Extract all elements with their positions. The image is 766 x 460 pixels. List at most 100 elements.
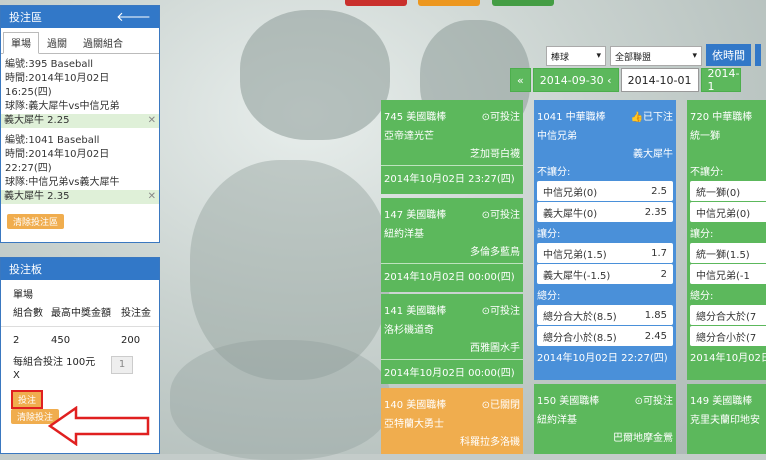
section-label: 不讓分: [690, 167, 724, 178]
bet-board-title: 投注板 [9, 263, 42, 276]
odds-label: 統一獅(1.5) [696, 249, 750, 261]
bet-board-table: 組合數 最高中獎金額 投注金 [1, 307, 159, 327]
odds-label: 中信兄弟(-1 [696, 270, 750, 282]
header-stake: 投注金 [121, 308, 151, 319]
cell-combos: 2 [13, 335, 20, 346]
top-tab-green[interactable] [492, 0, 554, 6]
match-away: 義大犀牛 [633, 149, 673, 160]
match-card[interactable]: 147 美國職棒 ⊙可投注 紐約洋基 多倫多藍鳥 2014年10月02日 00:0… [381, 198, 523, 292]
match-title: 745 美國職棒 [384, 112, 447, 123]
match-status-label: 已關閉 [490, 400, 520, 411]
per-combo-input[interactable]: 1 [111, 356, 133, 374]
match-status: ⊙可投注 [481, 306, 520, 317]
tab-single[interactable]: 單場 [3, 32, 39, 54]
odds-button[interactable]: 總分合小於(8.5) 2.45 [537, 326, 673, 346]
odds-button[interactable]: 總分合大於(7 [690, 305, 766, 325]
odds-button[interactable]: 義大犀牛(0) 2.35 [537, 202, 673, 222]
match-title: 150 美國職棒 [537, 396, 600, 407]
odds-button[interactable]: 總分合大於(8.5) 1.85 [537, 305, 673, 325]
match-title: 1041 中華職棒 [537, 112, 606, 123]
match-card[interactable]: 141 美國職棒 ⊙可投注 洛杉磯道奇 西雅圖水手 2014年10月02日 00:… [381, 294, 523, 384]
bet-item-pick-label: 義大犀牛 2.35 [4, 191, 70, 202]
cell-stake: 200 [121, 335, 141, 346]
match-home: 洛杉磯道奇 [384, 325, 434, 336]
filter-toolbar: 棒球 ▾ 全部聯盟 ▾ 依時間 [546, 44, 761, 66]
match-card-expanded[interactable]: 720 中華職棒 統一獅 不讓分: 統一獅(0) 中信兄弟(0) 讓分: 統一獅… [687, 100, 766, 380]
bet-item-id: 編號:395 Baseball [5, 59, 94, 70]
header-max-payout: 最高中獎金額 [51, 308, 111, 319]
per-combo-label: 每組合投注 100元 X [13, 357, 96, 381]
section-label: 讓分: [690, 229, 714, 240]
sport-select-value: 棒球 [551, 52, 570, 63]
odds-value: 1.85 [644, 309, 667, 321]
odds-button[interactable]: 中信兄弟(1.5) 1.7 [537, 243, 673, 263]
date-next-button[interactable]: 2014-1 [700, 68, 741, 92]
bet-item-id: 編號:1041 Baseball [5, 135, 100, 146]
bet-item-time: 時間:2014年10月02日 22:27(四) [5, 149, 110, 174]
match-time: 2014年10月02日 00:00(四) [381, 359, 523, 383]
date-prev-button[interactable]: 2014-09-30 ‹ [532, 68, 619, 92]
tab-parlay-combo[interactable]: 過關組合 [75, 32, 131, 53]
league-select[interactable]: 全部聯盟 ▾ [610, 46, 702, 66]
odds-label: 總分合大於(7 [696, 311, 757, 323]
bet-item-teams: 球隊:中信兄弟vs義大犀牛 [5, 177, 120, 188]
match-away: 芝加哥白襪 [470, 149, 520, 160]
match-card[interactable]: 149 美國職棒 克里夫蘭印地安 [687, 384, 766, 454]
bet-item-teams: 球隊:義大犀牛vs中信兄弟 [5, 101, 120, 112]
match-card[interactable]: 745 美國職棒 ⊙可投注 亞帝達光芒 芝加哥白襪 2014年10月02日 23:… [381, 100, 523, 194]
first-page-icon[interactable]: « [510, 68, 531, 92]
match-card[interactable]: 150 美國職棒 ⊙可投注 紐約洋基 巴爾地摩金鶯 [534, 384, 676, 454]
odds-button[interactable]: 義大犀牛(-1.5) 2 [537, 264, 673, 284]
match-time: 2014年10月02日 22:27(四) [537, 353, 668, 364]
match-card-expanded[interactable]: 1041 中華職棒 👍已下注 中信兄弟 義大犀牛 不讓分: 中信兄弟(0) 2.5 … [534, 100, 676, 380]
section-label: 總分: [537, 291, 561, 302]
match-card[interactable]: 140 美國職棒 ⊙已關閉 亞特蘭大勇士 科羅拉多洛磯 [381, 388, 523, 454]
remove-icon[interactable]: ✕ [148, 114, 156, 128]
match-status: ⊙可投注 [481, 112, 520, 123]
odds-button[interactable]: 中信兄弟(0) [690, 202, 766, 222]
match-title: 140 美國職棒 [384, 400, 447, 411]
odds-label: 義大犀牛(0) [543, 208, 598, 220]
bet-item-pick-label: 義大犀牛 2.25 [4, 115, 70, 126]
odds-button[interactable]: 中信兄弟(0) 2.5 [537, 181, 673, 201]
top-tab-red[interactable] [345, 0, 407, 6]
match-home: 紐約洋基 [384, 229, 424, 240]
tab-parlay[interactable]: 過關 [39, 32, 75, 53]
odds-label: 中信兄弟(0) [696, 208, 751, 220]
submit-bet-button[interactable]: 投注 [11, 390, 44, 409]
bet-board-header: 投注板 [1, 258, 159, 280]
odds-value: 2.35 [644, 206, 667, 218]
odds-value: 1.7 [651, 247, 667, 259]
date-current-button[interactable]: 2014-10-01 [620, 68, 699, 92]
match-status: 👍已下注 [630, 112, 673, 123]
match-status: ⊙可投注 [481, 210, 520, 221]
annotation-arrow-icon [48, 406, 150, 446]
match-title: 147 美國職棒 [384, 210, 447, 221]
sort-toggle-button[interactable] [755, 44, 761, 66]
chevron-down-icon: ▾ [692, 51, 697, 61]
match-home: 克里夫蘭印地安 [690, 415, 760, 426]
bet-area-panel: 投注區 🡐 單場 過關 過關組合 編號:395 Baseball 時間:2014… [0, 5, 160, 243]
odds-button[interactable]: 統一獅(1.5) [690, 243, 766, 263]
bet-item-pick: 義大犀牛 2.35 ✕ [1, 190, 159, 204]
odds-value: 2.45 [644, 330, 667, 342]
match-title: 149 美國職棒 [690, 396, 753, 407]
match-status-label: 可投注 [490, 112, 520, 123]
match-time: 2014年10月02日 00:00(四) [381, 263, 523, 287]
back-arrow-icon[interactable]: 🡐 [116, 9, 151, 25]
remove-icon[interactable]: ✕ [148, 190, 156, 204]
odds-button[interactable]: 總分合小於(7 [690, 326, 766, 346]
odds-button[interactable]: 中信兄弟(-1 [690, 264, 766, 284]
league-select-value: 全部聯盟 [615, 52, 652, 63]
odds-label: 義大犀牛(-1.5) [543, 270, 611, 282]
bet-area-header: 投注區 🡐 [1, 6, 159, 28]
match-status-label: 可投注 [490, 210, 520, 221]
match-status-label: 已下注 [643, 112, 673, 123]
odds-value: 2.5 [651, 185, 667, 197]
top-tab-orange[interactable] [418, 0, 480, 6]
clear-bet-area-button[interactable]: 清除投注區 [7, 214, 65, 229]
sport-select[interactable]: 棒球 ▾ [546, 46, 606, 66]
bet-board-row: 2 450 200 [1, 327, 159, 354]
sort-by-time-button[interactable]: 依時間 [706, 44, 751, 66]
odds-button[interactable]: 統一獅(0) [690, 181, 766, 201]
